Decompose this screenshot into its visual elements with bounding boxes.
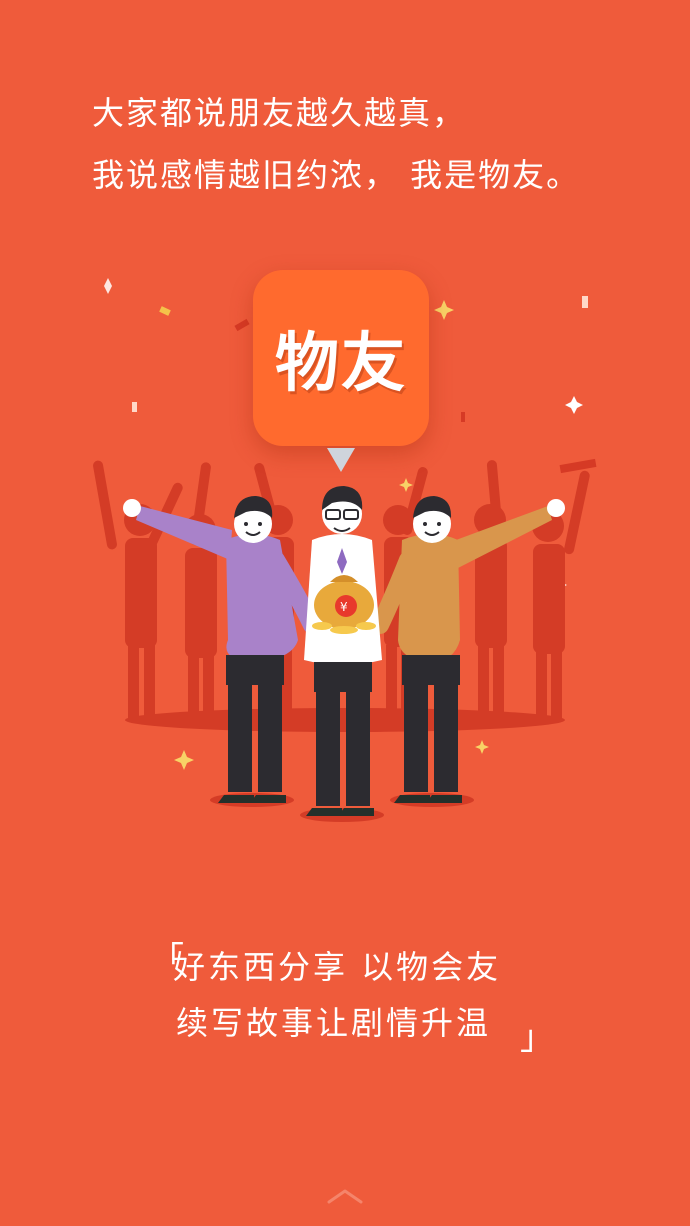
chevron-up-icon[interactable] <box>325 1186 365 1206</box>
slogan-line-2: 续写故事让剧情升温 <box>176 1004 492 1042</box>
intro-line-2: 我说感情越旧约浓， 我是物友。 <box>92 156 581 194</box>
svg-text:¥: ¥ <box>340 600 348 614</box>
intro-line-1: 大家都说朋友越久越真， <box>92 94 467 132</box>
badge-pointer <box>327 448 355 472</box>
slogan-close-bracket: 」 <box>520 1018 554 1058</box>
person-center: ¥ <box>300 486 384 822</box>
app-logo-badge: 物友 <box>253 270 429 446</box>
slogan-line-1-text: 好东西分享 以物会友 <box>173 948 502 986</box>
app-logo-text: 物友 <box>275 327 407 401</box>
slogan-line-1: 好东西分享 以物会友 <box>155 942 501 988</box>
